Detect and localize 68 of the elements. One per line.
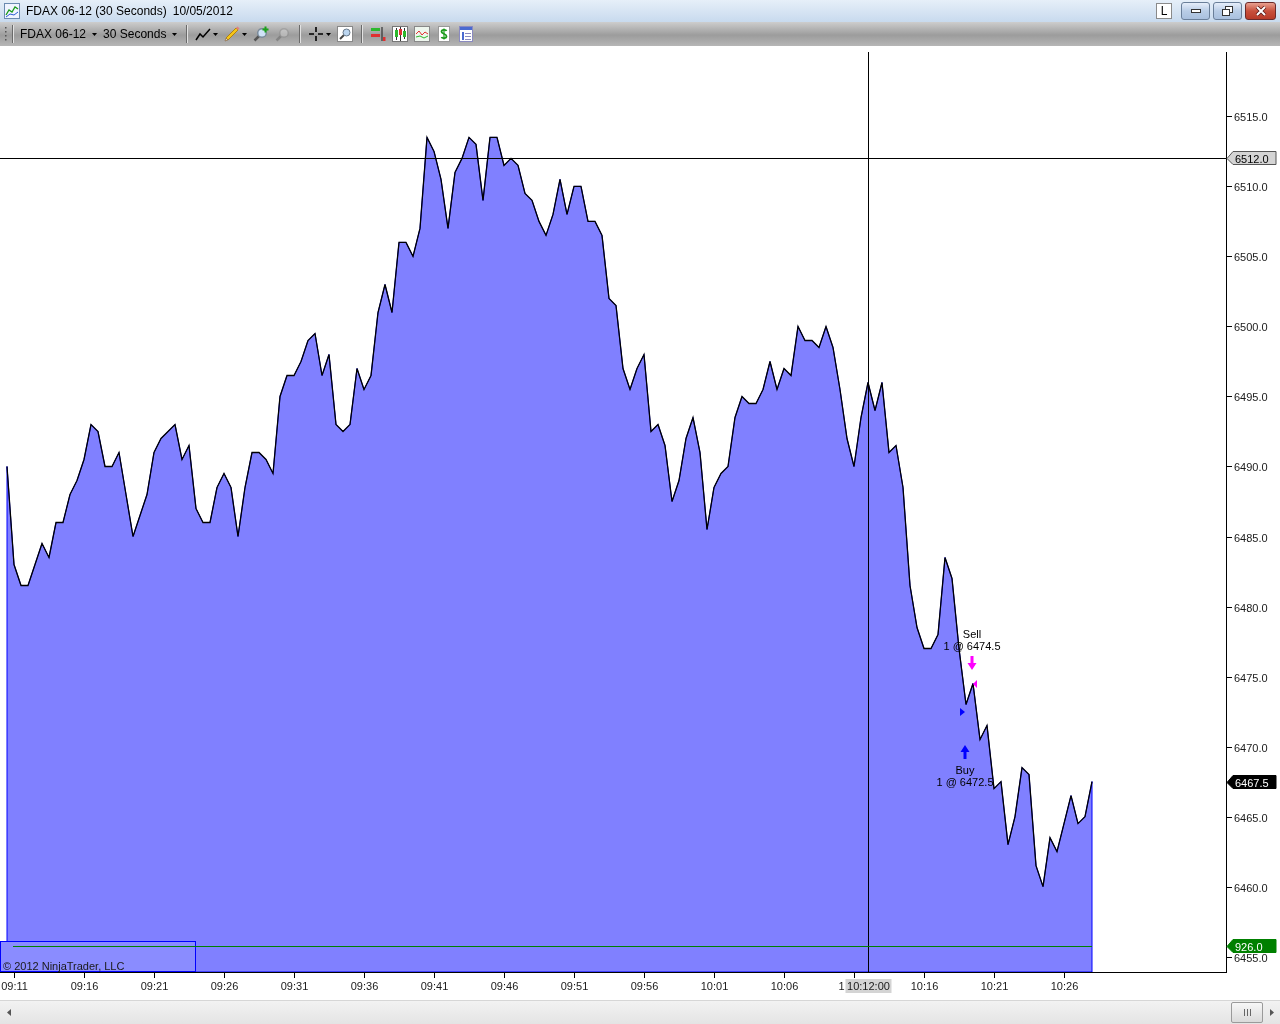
time-tick-label: 09:51 [560,980,589,992]
caret-icon [92,32,98,36]
pencil-icon [224,26,241,42]
time-tick-label: 09:16 [70,980,99,992]
trade-label: Buy [955,764,975,776]
price-tick-label: 6505.0 [1234,250,1268,263]
trade-label: Sell [962,628,982,640]
minimize-icon [1190,9,1201,13]
price-tick-label: 6495.0 [1234,390,1268,403]
time-tick-label: 10:21 [980,980,1009,992]
time-tick-label: 10:16 [910,980,939,992]
price-tick-label: 6465.0 [1234,811,1268,824]
time-tick-label: 09:46 [490,980,519,992]
instrument-dropdown[interactable]: FDAX 06-12 [18,24,102,44]
toolbar-grip-icon[interactable] [4,26,7,42]
minimize-button[interactable] [1181,2,1210,20]
last-price-badge: 6467.5 [1226,775,1277,789]
price-tick-label: 6485.0 [1234,531,1268,544]
price-tick-label: 6470.0 [1234,741,1268,754]
window-date: 10/05/2012 [172,4,233,18]
time-tick-label: 10:26 [1050,980,1079,992]
form-window-icon [458,26,475,42]
restore-button[interactable] [1213,2,1242,20]
magnifier-icon [275,26,292,42]
scrollbar-thumb[interactable] [1231,1002,1263,1023]
magnifier-frame-icon [337,26,354,42]
price-tick-label: 6455.0 [1234,951,1268,964]
time-tick-label: 10:01 [700,980,729,992]
chart-app-icon [4,3,20,19]
time-tick-label: 09:21 [140,980,169,992]
time-tick-label: 09:31 [280,980,309,992]
time-tick-label: 09:41 [420,980,449,992]
window-title: FDAX 06-12 (30 Seconds) [26,4,167,18]
right-arrow-icon [1269,1009,1274,1016]
left-arrow-icon [6,1009,11,1016]
time-tick-label: 09:36 [350,980,379,992]
trade-detail: 1 @ 6472.5 [936,776,994,788]
close-icon [1254,6,1267,16]
time-tick-label: 1 [838,980,845,992]
bar-indicator-icon [370,26,387,42]
ref-line-label: 6512.0 [1235,152,1269,165]
price-tick-label: 6500.0 [1234,320,1268,333]
caret-icon [172,32,178,36]
dollar-icon [436,26,453,42]
indicator-value-badge: 926.0 [1226,939,1277,953]
price-tick-label: 6510.0 [1234,180,1268,193]
price-tick-label: 6490.0 [1234,460,1268,473]
crosshair-time-badge: 10:12:00 [845,979,892,993]
candlestick-icon [392,26,409,42]
copyright-text: © 2012 NinjaTrader, LLC [3,960,125,972]
line-chart-window-icon [414,26,431,42]
time-tick-label: 09:26 [210,980,239,992]
grip-icon [1243,1009,1251,1016]
crosshair-price-badge: 6512.0 [1226,151,1277,165]
link-button[interactable]: L [1156,3,1172,19]
time-tick-label: 10:06 [770,980,799,992]
price-tick-label: 6480.0 [1234,601,1268,614]
time-tick-label: 09:11 [1,980,28,992]
close-button[interactable] [1245,2,1276,20]
price-tick-label: 6475.0 [1234,671,1268,684]
zoom-in-icon [253,26,270,42]
crosshair-icon [308,26,325,42]
zigzag-line-icon [195,26,212,42]
interval-dropdown[interactable]: 30 Seconds [101,24,182,44]
price-tick-label: 6515.0 [1234,110,1268,123]
time-tick-label: 09:56 [630,980,659,992]
price-tick-label: 6460.0 [1234,881,1268,894]
restore-icon [1222,6,1233,16]
